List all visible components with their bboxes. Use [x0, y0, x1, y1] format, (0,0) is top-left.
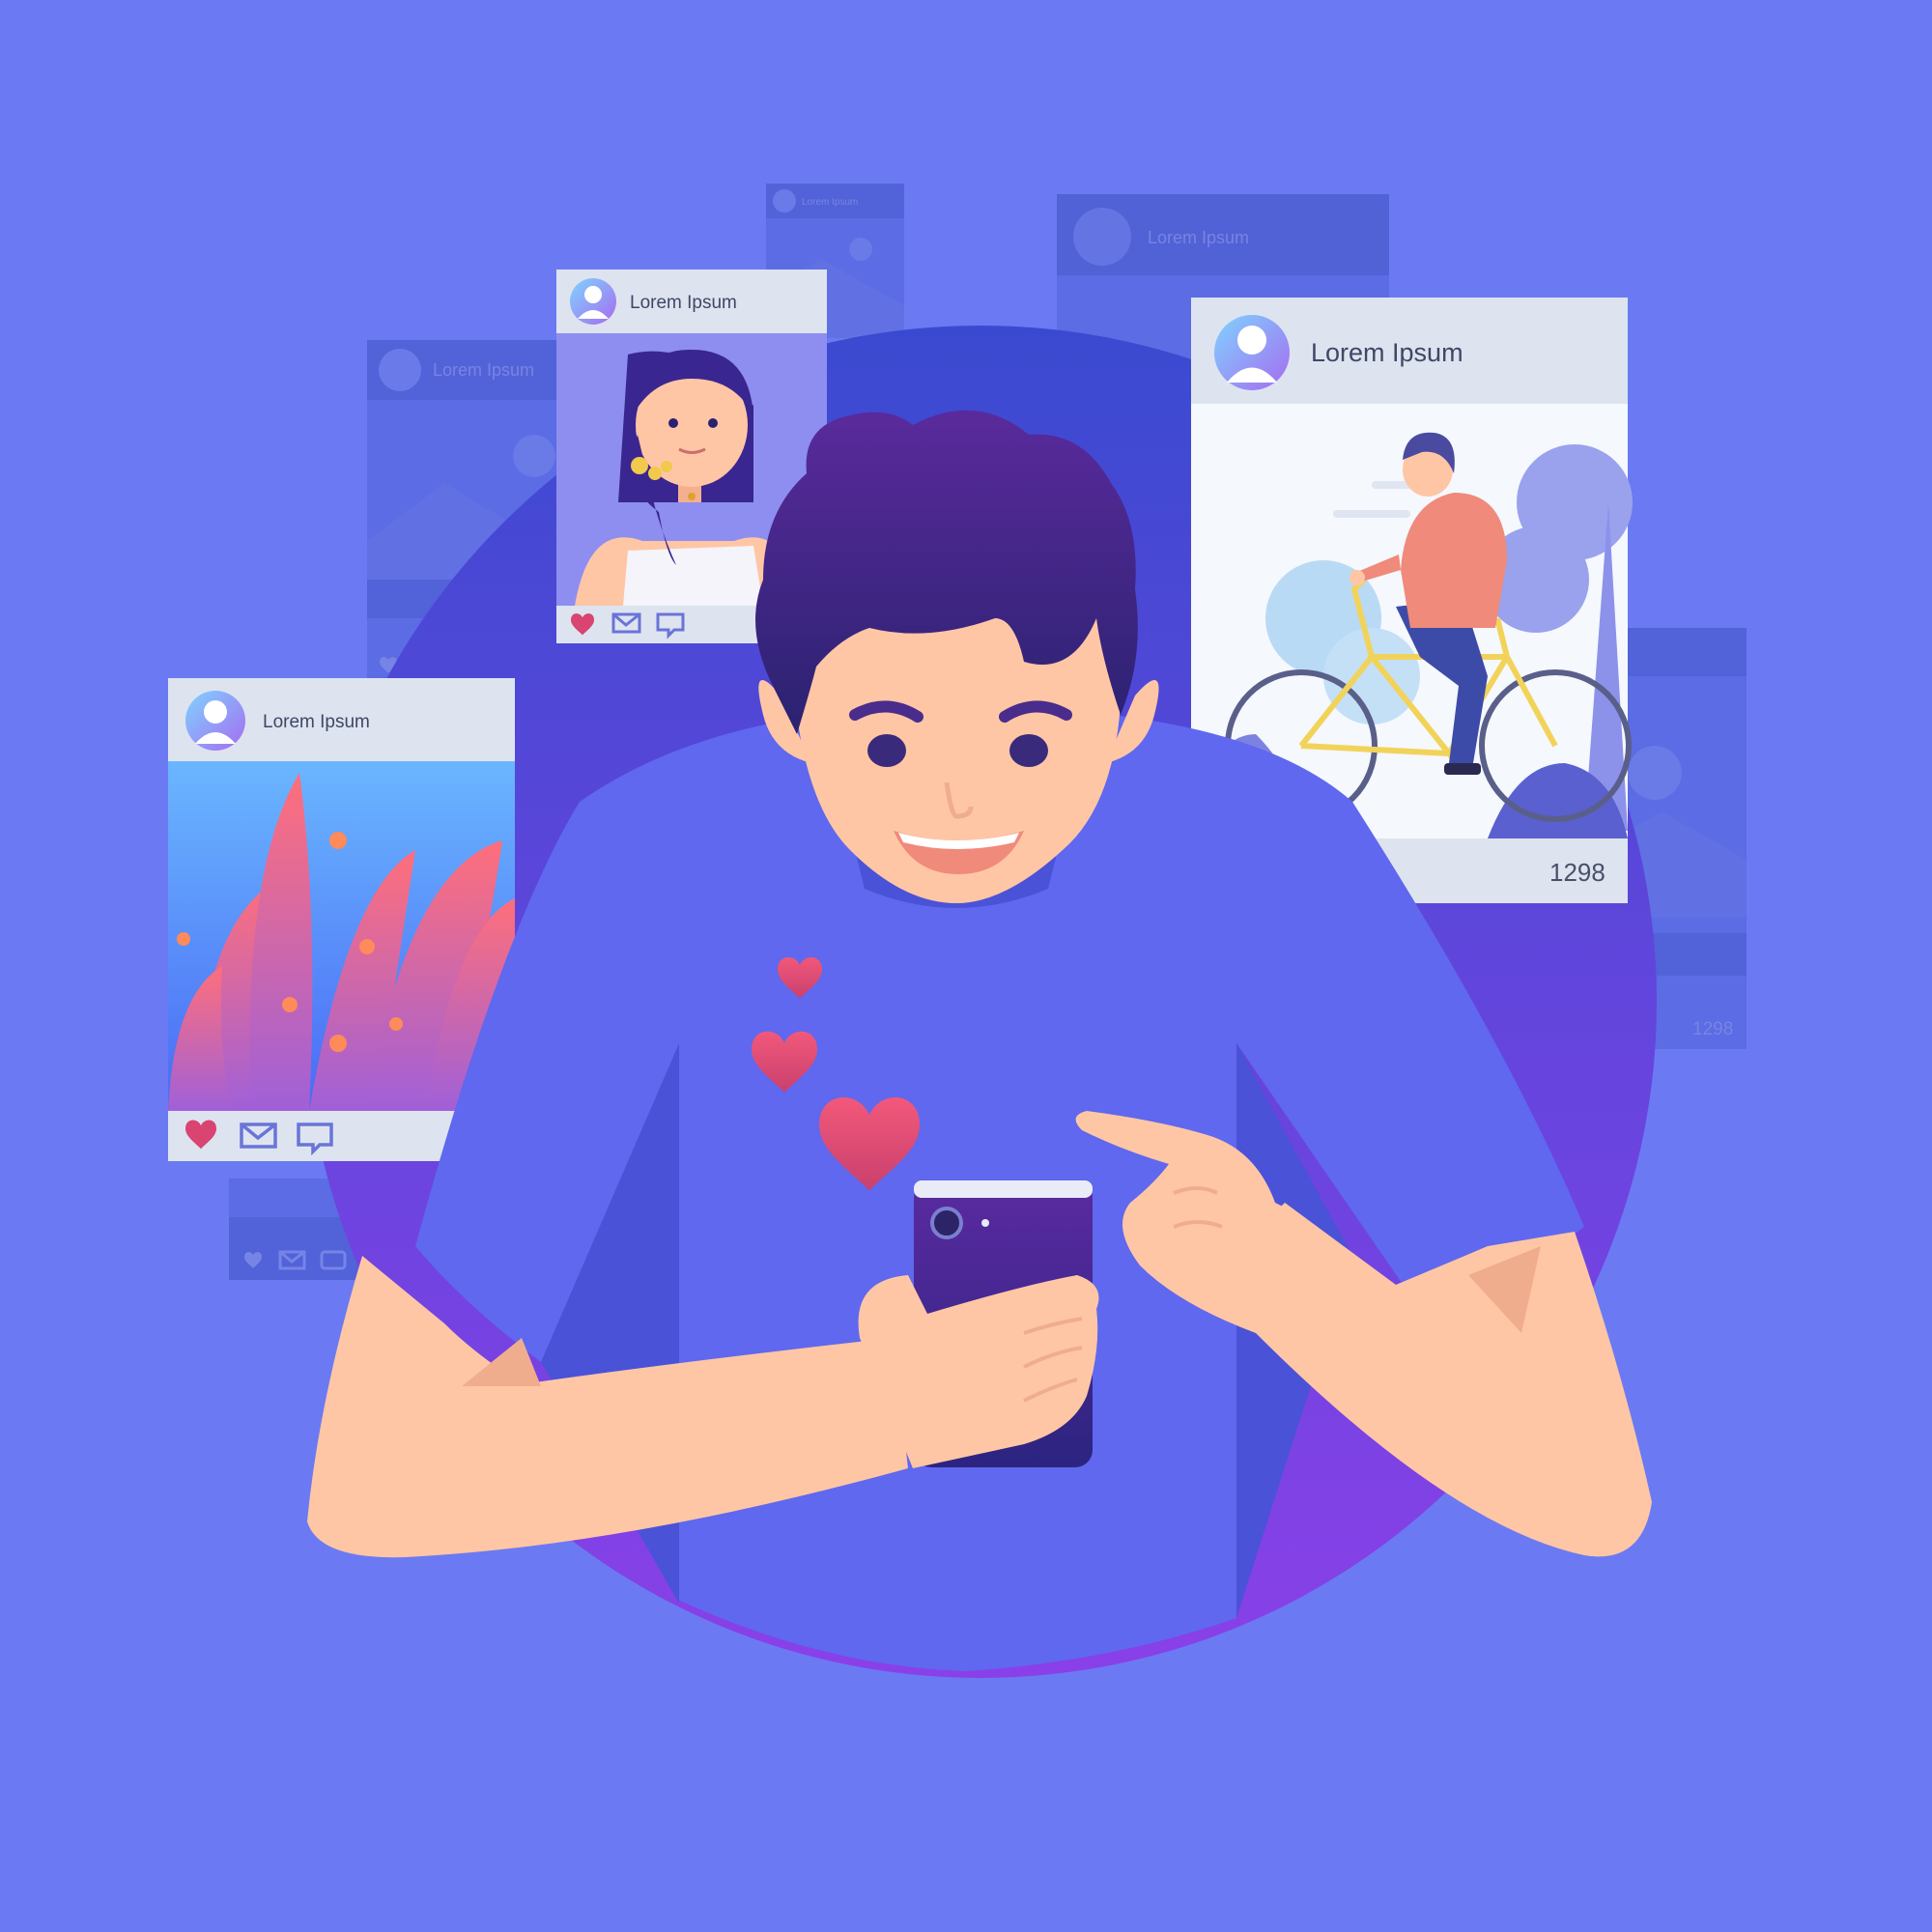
post-username: Lorem Ipsum: [1148, 228, 1249, 247]
avatar-icon: [1073, 208, 1131, 266]
social-media-illustration: Lorem Ipsum Lorem Ipsum Lorem Ipsum 1298: [0, 0, 1932, 1932]
eye-left: [867, 734, 906, 767]
avatar-icon: [570, 278, 616, 325]
avatar-icon: [1214, 315, 1290, 390]
avatar-icon: [185, 691, 245, 751]
post-like-count: 1298: [1692, 1019, 1733, 1039]
post-username: Lorem Ipsum: [1311, 338, 1463, 367]
avatar-icon: [773, 189, 796, 213]
post-username: Lorem Ipsum: [263, 712, 370, 732]
eye-right: [1009, 734, 1048, 767]
camera-icon: [930, 1207, 963, 1239]
post-username: Lorem Ipsum: [433, 360, 534, 380]
avatar-icon: [379, 349, 421, 391]
post-like-count: 1298: [1549, 858, 1605, 887]
post-username: Lorem Ipsum: [630, 293, 737, 313]
post-username: Lorem Ipsum: [802, 197, 858, 208]
